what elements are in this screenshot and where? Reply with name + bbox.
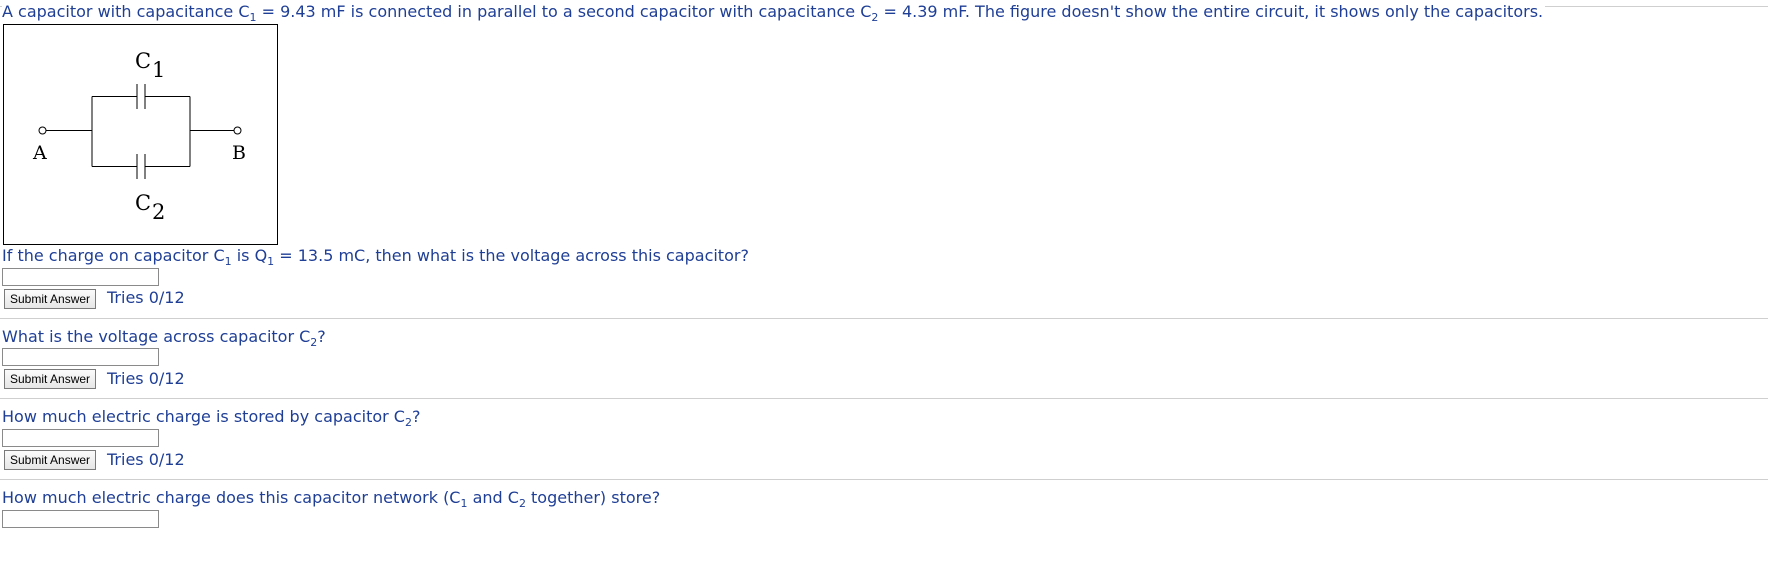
answer-input-1[interactable] (2, 268, 159, 286)
question-text-part: How much electric charge does this capac… (2, 488, 461, 507)
subscript: 1 (249, 11, 257, 24)
question-text-part: = 13.5 mC, then what is the voltage acro… (274, 246, 749, 265)
subscript: 2 (404, 416, 412, 429)
answer-input-3[interactable] (2, 429, 159, 447)
terminal-b (233, 126, 242, 135)
subscript: 1 (267, 255, 275, 268)
section-divider (0, 479, 1768, 480)
submit-answer-button-3[interactable]: Submit Answer (4, 450, 97, 470)
question-2-text: What is the voltage across capacitor C2? (2, 327, 326, 349)
question-text-part: is Q (231, 246, 268, 265)
tries-counter-1: Tries 0/12 (107, 288, 185, 307)
question-text-part: What is the voltage across capacitor C (2, 327, 311, 346)
label-c2-subscript: 2 (152, 200, 165, 224)
tries-counter-2: Tries 0/12 (107, 369, 185, 388)
label-c1-subscript: 1 (152, 58, 165, 82)
label-c1-letter: C (135, 49, 151, 73)
section-divider (0, 398, 1768, 399)
subscript: 1 (224, 255, 232, 268)
intro-text-part: = 9.43 mF is connected in parallel to a … (256, 2, 872, 21)
tries-counter-3: Tries 0/12 (107, 450, 185, 469)
answer-input-4[interactable] (2, 510, 159, 528)
subscript: 2 (871, 11, 879, 24)
question-text-part: How much electric charge is stored by ca… (2, 407, 405, 426)
question-text-part: and C (467, 488, 519, 507)
question-text-part: together) store? (525, 488, 661, 507)
subscript: 2 (310, 336, 318, 349)
question-text-part: ? (411, 407, 421, 426)
label-node-a: A (32, 142, 47, 164)
question-text-part: If the charge on capacitor C (2, 246, 225, 265)
label-node-b: B (232, 142, 246, 164)
problem-page: A capacitor with capacitance C1 = 9.43 m… (0, 0, 1768, 578)
intro-text-part: = 4.39 mF. The figure doesn't show the e… (878, 2, 1544, 21)
intro-text-part: A capacitor with capacitance C (2, 2, 250, 21)
question-text-part: ? (317, 327, 326, 346)
circuit-figure: C 1 C 2 A B (3, 24, 278, 245)
circuit-diagram: C 1 C 2 A B (32, 49, 246, 224)
section-divider (0, 318, 1768, 319)
question-3-text: How much electric charge is stored by ca… (2, 407, 420, 429)
problem-statement: A capacitor with capacitance C1 = 9.43 m… (2, 2, 1546, 24)
submit-answer-button-1[interactable]: Submit Answer (4, 289, 97, 309)
subscript: 2 (518, 497, 526, 510)
answer-input-2[interactable] (2, 348, 159, 366)
submit-answer-button-2[interactable]: Submit Answer (4, 369, 97, 389)
label-c2-letter: C (135, 191, 151, 215)
question-4-text: How much electric charge does this capac… (2, 488, 660, 510)
terminal-a (38, 126, 47, 135)
question-1-text: If the charge on capacitor C1 is Q1 = 13… (2, 246, 749, 268)
subscript: 1 (460, 497, 468, 510)
